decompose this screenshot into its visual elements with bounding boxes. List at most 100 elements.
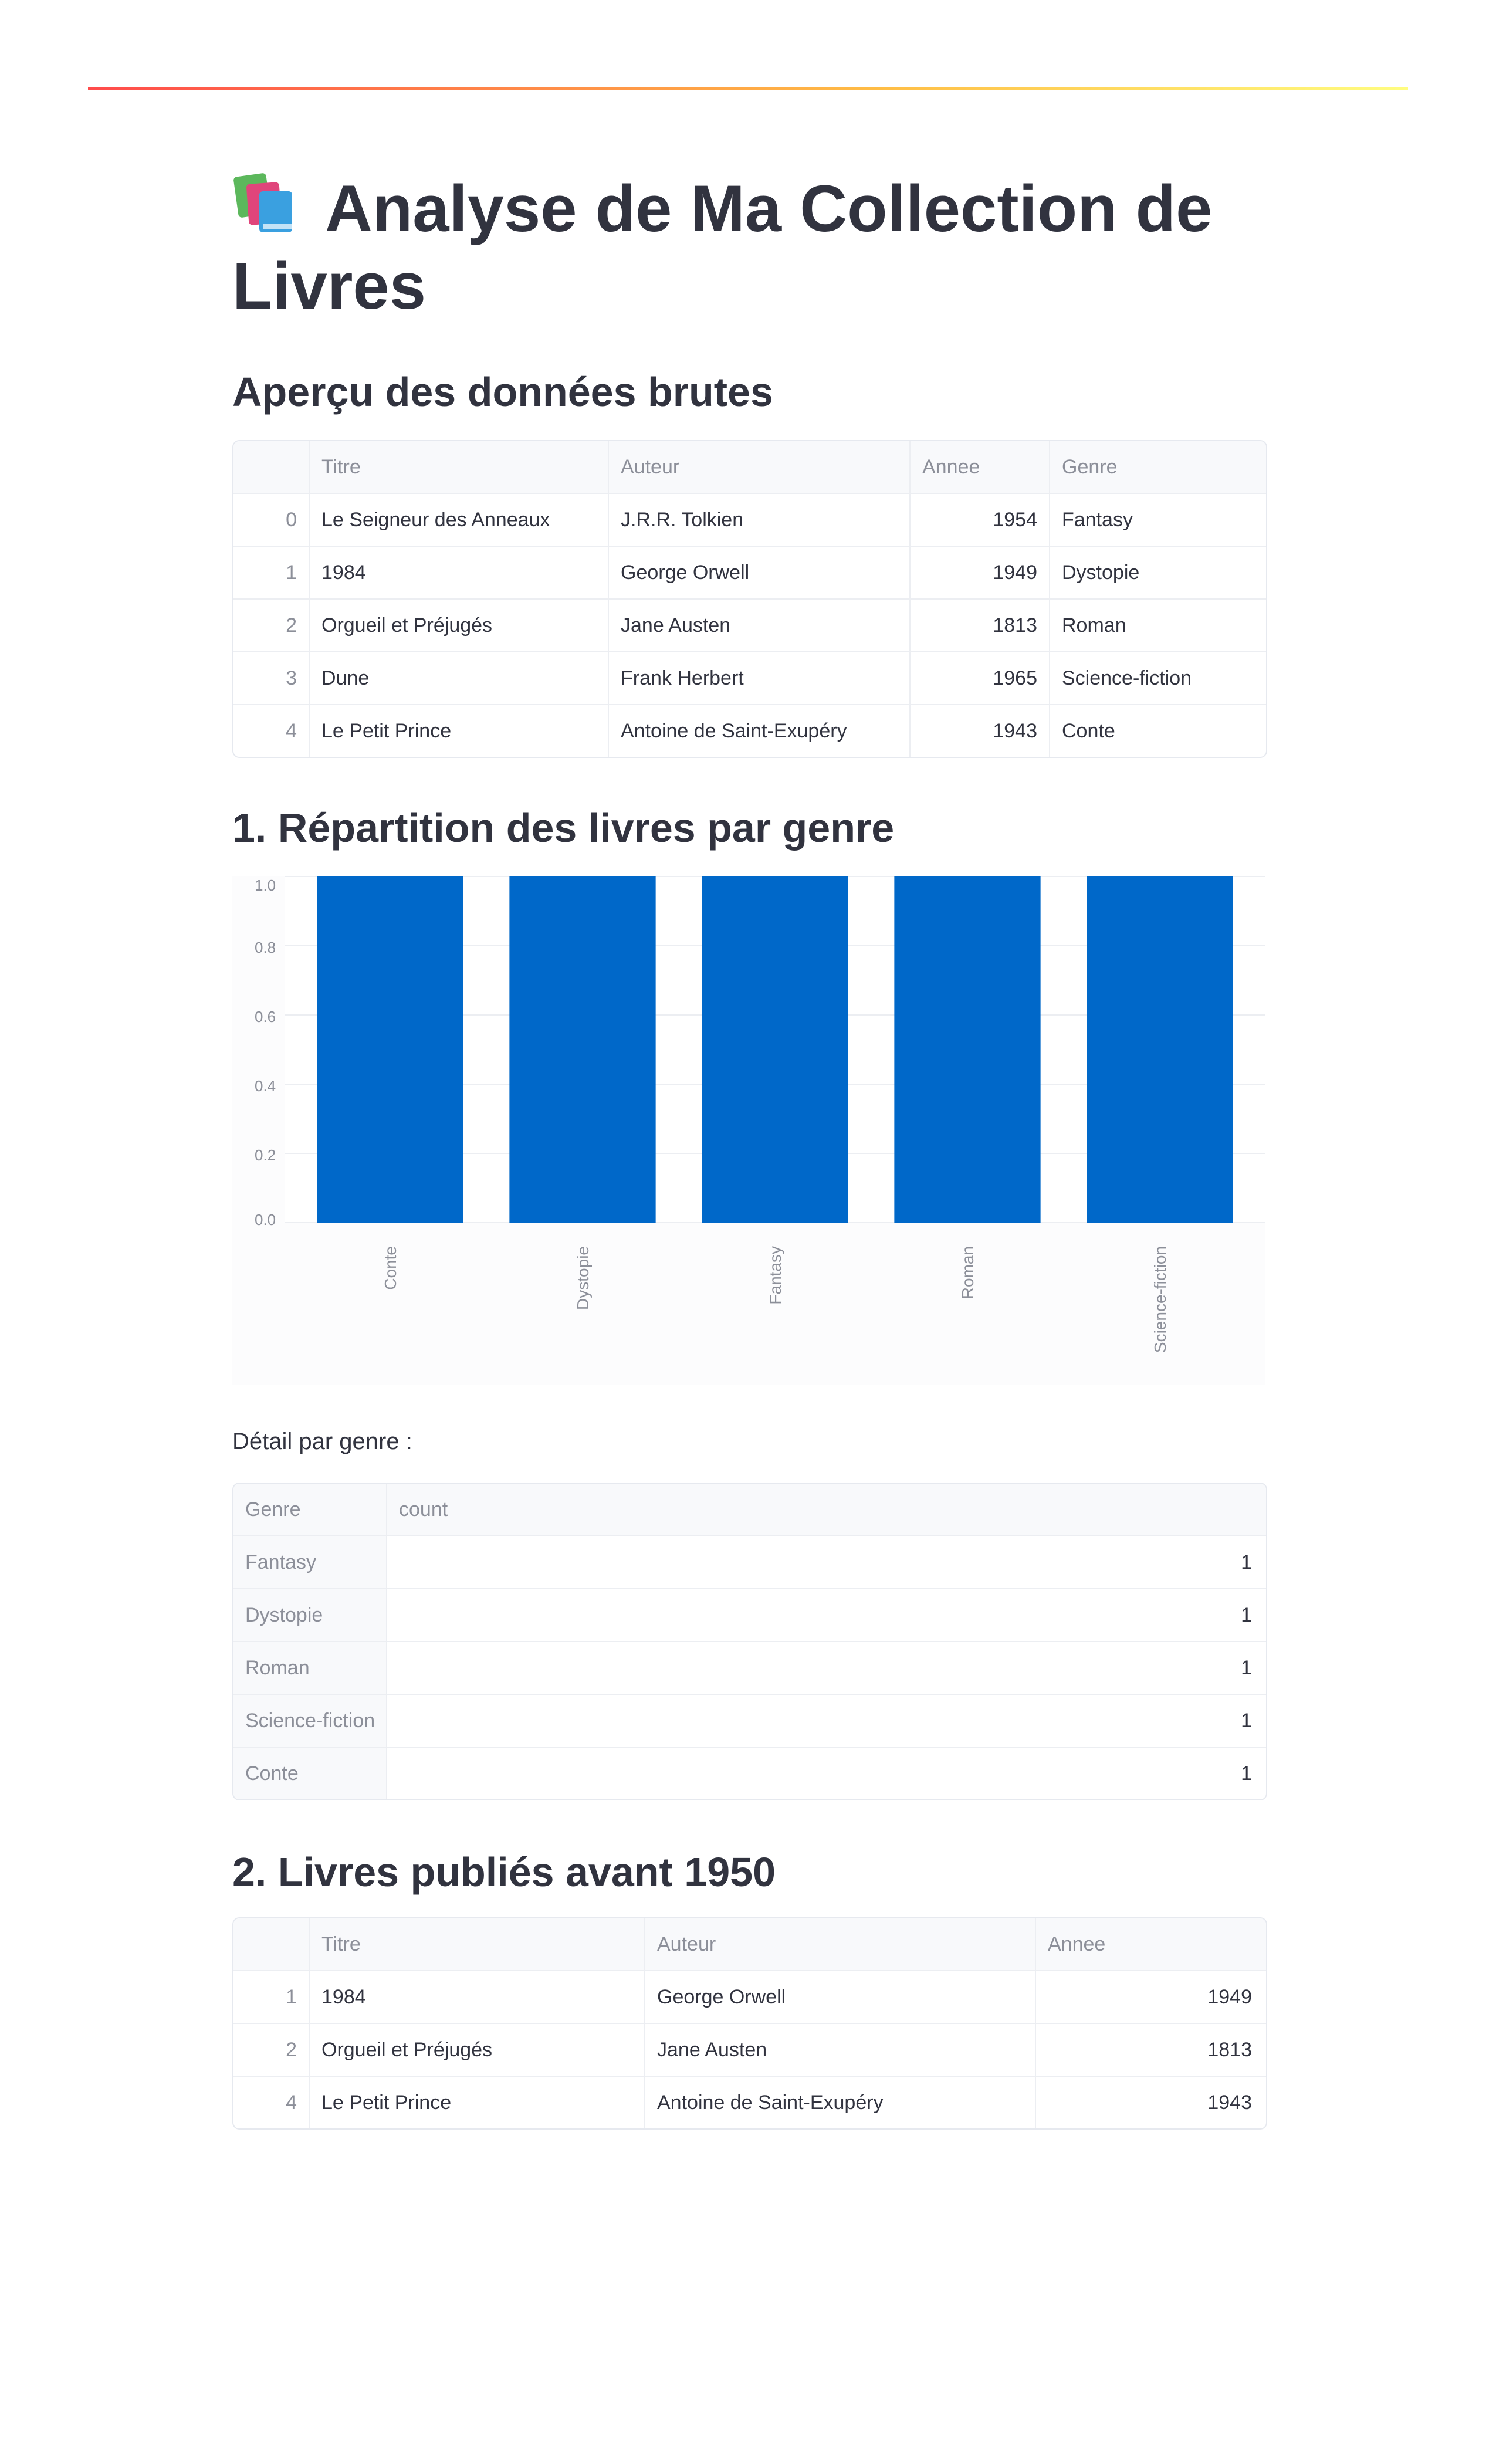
row-index: 2 (286, 2039, 297, 2061)
row-index: 0 (286, 509, 297, 531)
cell-genre[interactable]: Conte (1049, 705, 1264, 757)
table-row[interactable]: Conte 1 (233, 1747, 1266, 1799)
cell-titre[interactable]: Le Seigneur des Anneaux (309, 494, 608, 546)
cell-titre[interactable]: 1984 (309, 547, 608, 598)
table-row[interactable]: 2 Orgueil et Préjugés Jane Austen 1813 (233, 2023, 1266, 2076)
x-tick-label: Conte (381, 1246, 400, 1290)
cell-count[interactable]: 1 (386, 1589, 1264, 1641)
cell-genre[interactable]: Fantasy (1049, 494, 1264, 546)
cell-annee[interactable]: 1813 (909, 600, 1049, 651)
row-index: 1 (286, 561, 297, 584)
row-index: 1 (286, 1986, 297, 2008)
table-header-auteur[interactable]: Auteur (608, 441, 909, 493)
cell-annee[interactable]: 1813 (1035, 2024, 1264, 2076)
x-tick-label: Dystopie (574, 1246, 592, 1310)
table-row[interactable]: 0 Le Seigneur des Anneaux J.R.R. Tolkien… (233, 493, 1266, 546)
chart-bar[interactable] (317, 876, 463, 1223)
table-header-annee[interactable]: Annee (1035, 1918, 1264, 1970)
table-header-index (233, 441, 309, 493)
cell-auteur[interactable]: George Orwell (608, 547, 909, 598)
cell-auteur[interactable]: Jane Austen (608, 600, 909, 651)
y-tick-label: 0.4 (255, 1077, 276, 1095)
table-row[interactable]: Dystopie 1 (233, 1588, 1266, 1641)
chart-bar[interactable] (509, 876, 656, 1223)
cell-genre: Science-fiction (233, 1695, 386, 1747)
cell-auteur[interactable]: Jane Austen (644, 2024, 1035, 2076)
table-header-genre[interactable]: Genre (233, 1484, 386, 1535)
page-title-text: Analyse de Ma Collection de Livres (232, 172, 1213, 323)
cell-titre[interactable]: 1984 (309, 1971, 644, 2023)
table-row[interactable]: 1 1984 George Orwell 1949 (233, 1970, 1266, 2023)
cell-annee[interactable]: 1943 (909, 705, 1049, 757)
row-index: 3 (286, 667, 297, 689)
cell-auteur[interactable]: George Orwell (644, 1971, 1035, 2023)
cell-count[interactable]: 1 (386, 1695, 1264, 1747)
cell-genre: Roman (233, 1642, 386, 1694)
table-row[interactable]: Science-fiction 1 (233, 1694, 1266, 1747)
cell-count[interactable]: 1 (386, 1642, 1264, 1694)
cell-titre[interactable]: Orgueil et Préjugés (309, 600, 608, 651)
cell-count[interactable]: 1 (386, 1536, 1264, 1588)
row-index: 2 (286, 614, 297, 637)
cell-annee[interactable]: 1954 (909, 494, 1049, 546)
table-header-row: Titre Auteur Annee (233, 1918, 1266, 1970)
table-header-annee[interactable]: Annee (909, 441, 1049, 493)
detail-caption: Détail par genre : (232, 1429, 412, 1454)
table-row[interactable]: 4 Le Petit Prince Antoine de Saint-Exupé… (233, 2076, 1266, 2128)
cell-genre[interactable]: Roman (1049, 600, 1264, 651)
x-tick-label: Fantasy (766, 1246, 784, 1305)
table-header-row: Genre count (233, 1484, 1266, 1535)
cell-genre[interactable]: Science-fiction (1049, 652, 1264, 704)
section-heading-books-before-1950: 2. Livres publiés avant 1950 (232, 1849, 776, 1895)
table-row[interactable]: 2 Orgueil et Préjugés Jane Austen 1813 R… (233, 598, 1266, 651)
table-header-auteur[interactable]: Auteur (644, 1918, 1035, 1970)
table-row[interactable]: Fantasy 1 (233, 1535, 1266, 1588)
table-header-count[interactable]: count (386, 1484, 1264, 1535)
cell-genre: Dystopie (233, 1589, 386, 1641)
cell-genre[interactable]: Dystopie (1049, 547, 1264, 598)
raw-data-table[interactable]: Titre Auteur Annee Genre 0 Le Seigneur d… (232, 440, 1267, 758)
chart-bar[interactable] (1087, 876, 1233, 1223)
table-row[interactable]: 1 1984 George Orwell 1949 Dystopie (233, 546, 1266, 598)
cell-titre[interactable]: Le Petit Prince (309, 2077, 644, 2128)
cell-genre: Conte (233, 1748, 386, 1799)
row-index: 4 (286, 720, 297, 742)
y-tick-label: 1.0 (255, 876, 276, 894)
row-index: 4 (286, 2091, 297, 2114)
table-header-titre[interactable]: Titre (309, 1918, 644, 1970)
cell-auteur[interactable]: Antoine de Saint-Exupéry (608, 705, 909, 757)
cell-auteur[interactable]: Antoine de Saint-Exupéry (644, 2077, 1035, 2128)
section-heading-genre-distribution: 1. Répartition des livres par genre (232, 805, 895, 851)
cell-annee[interactable]: 1965 (909, 652, 1049, 704)
genre-bar-chart[interactable]: 0.0 0.2 0.4 0.6 0.8 1.0 Conte Dystopie Fantasy Ro… (232, 876, 1265, 1385)
cell-annee[interactable]: 1949 (1035, 1971, 1264, 2023)
chart-bar[interactable] (702, 876, 848, 1223)
table-header-titre[interactable]: Titre (309, 441, 608, 493)
table-header-genre[interactable]: Genre (1049, 441, 1264, 493)
y-tick-label: 0.0 (255, 1211, 276, 1228)
cell-titre[interactable]: Dune (309, 652, 608, 704)
table-row[interactable]: 4 Le Petit Prince Antoine de Saint-Exupé… (233, 704, 1266, 757)
genre-count-table[interactable]: Genre count Fantasy 1 Dystopie 1 Roman 1… (232, 1483, 1267, 1800)
y-tick-label: 0.8 (255, 939, 276, 956)
header-decoration-bar (88, 87, 1408, 90)
y-tick-label: 0.6 (255, 1008, 276, 1025)
cell-titre[interactable]: Le Petit Prince (309, 705, 608, 757)
table-header-index (233, 1918, 309, 1970)
page-title: Analyse de Ma Collection de Livres (232, 170, 1265, 325)
cell-auteur[interactable]: J.R.R. Tolkien (608, 494, 909, 546)
cell-genre: Fantasy (233, 1536, 386, 1588)
table-row[interactable]: 3 Dune Frank Herbert 1965 Science-fictio… (233, 651, 1266, 704)
books-before-1950-table[interactable]: Titre Auteur Annee 1 1984 George Orwell … (232, 1917, 1267, 2130)
table-header-row: Titre Auteur Annee Genre (233, 441, 1266, 493)
cell-annee[interactable]: 1949 (909, 547, 1049, 598)
table-row[interactable]: Roman 1 (233, 1641, 1266, 1694)
x-tick-label: Science-fiction (1151, 1246, 1169, 1353)
cell-annee[interactable]: 1943 (1035, 2077, 1264, 2128)
cell-count[interactable]: 1 (386, 1748, 1264, 1799)
books-emoji-icon (233, 173, 292, 232)
cell-titre[interactable]: Orgueil et Préjugés (309, 2024, 644, 2076)
y-tick-label: 0.2 (255, 1146, 276, 1164)
chart-bar[interactable] (894, 876, 1041, 1223)
cell-auteur[interactable]: Frank Herbert (608, 652, 909, 704)
